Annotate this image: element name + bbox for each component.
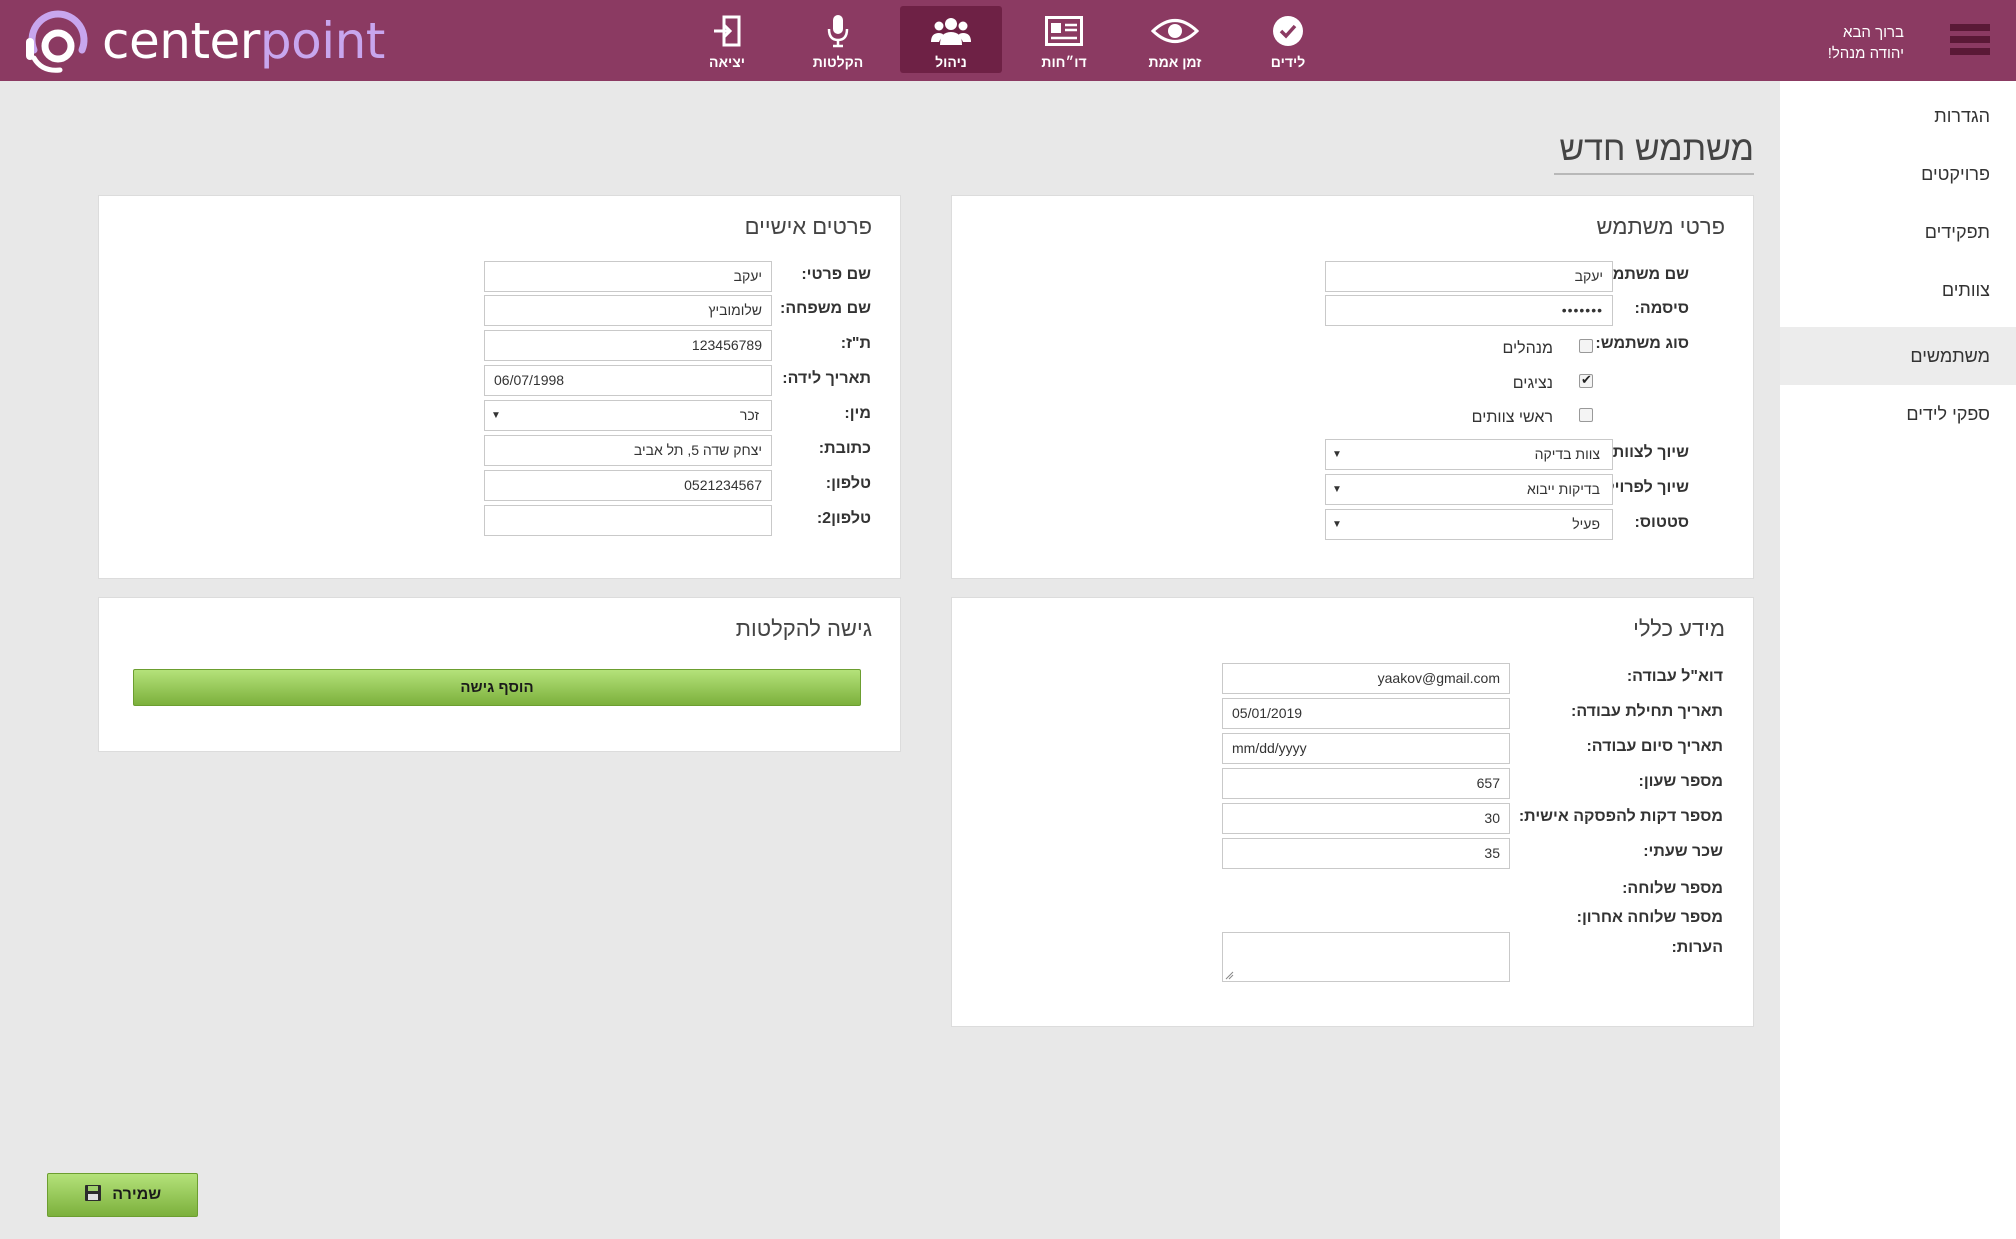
panel-title-personal: פרטים אישיים <box>744 214 872 239</box>
sidebar-item-users[interactable]: משתמשים <box>1780 327 2016 385</box>
status-select[interactable]: פעיל ▼ <box>1325 509 1613 540</box>
nav-leads-label: לידים <box>1270 54 1306 70</box>
end-date-input[interactable]: mm/dd/yyyy <box>1222 733 1510 764</box>
eye-icon <box>1151 19 1199 43</box>
break-minutes-input[interactable]: 30 <box>1222 803 1510 834</box>
personal-details-panel: פרטים אישיים שם פרטי: יעקב שם משפחה: שלו… <box>98 195 901 579</box>
welcome-text: ברוך הבא יהודה מנהל! <box>1827 24 1904 62</box>
break-minutes-label: מספר דקות להפסקה אישית: <box>1518 808 1723 825</box>
id-input[interactable]: 123456789 <box>484 330 772 361</box>
floppy-disk-icon <box>84 1185 101 1201</box>
user-details-panel: פרטי משתמש שם משתמש: יעקב סיסמה: •••••••… <box>951 195 1754 579</box>
work-email-input[interactable]: yaakov@gmail.com <box>1222 663 1510 694</box>
exit-icon <box>714 15 741 47</box>
panel-title-recordings: גישה להקלטות <box>735 616 872 641</box>
birth-date-input[interactable]: 06/07/1998 <box>484 365 772 396</box>
sidebar-item-teams[interactable]: צוותים <box>1780 261 2016 319</box>
headset-logo-icon <box>26 10 88 73</box>
phone2-input[interactable] <box>484 505 772 536</box>
microphone-icon <box>827 15 849 48</box>
gender-select[interactable]: זכר ▼ <box>484 400 772 431</box>
chevron-down-icon: ▼ <box>1332 484 1342 495</box>
recordings-access-panel: גישה להקלטות הוסף גישה <box>98 597 901 752</box>
team-select[interactable]: צוות בדיקה ▼ <box>1325 439 1613 470</box>
general-info-panel: מידע כללי דוא"ל עבודה: yaakov@gmail.com … <box>951 597 1754 1027</box>
nav-exit-label: יציאה <box>709 54 745 70</box>
team-label: שיוך לצוות: <box>1607 444 1689 461</box>
hamburger-menu-icon[interactable] <box>1950 24 1990 58</box>
phone-label: טלפון: <box>825 475 871 492</box>
last-name-input[interactable]: שלומוביץ <box>484 295 772 326</box>
checkbox-agents[interactable] <box>1579 372 1593 388</box>
work-email-label: דוא"ל עבודה: <box>1626 668 1723 685</box>
birth-date-label: תאריך לידה: <box>782 370 871 387</box>
password-input[interactable]: ••••••• <box>1325 295 1613 326</box>
clock-number-input[interactable]: 657 <box>1222 768 1510 799</box>
user-type-label: סוג משתמש: <box>1595 335 1689 352</box>
address-label: כתובת: <box>818 440 871 457</box>
logo: centerpoint <box>20 6 385 76</box>
sidebar-item-roles[interactable]: תפקידים <box>1780 203 2016 261</box>
hourly-wage-label: שכר שעתי: <box>1643 843 1723 860</box>
phone2-label: טלפון2: <box>816 510 871 527</box>
users-icon <box>931 18 971 45</box>
sidebar: הגדרות פרויקטים תפקידים צוותים משתמשים ס… <box>1780 81 2016 1239</box>
save-button[interactable]: שמירה <box>47 1173 198 1217</box>
nav-realtime-label: זמן אמת <box>1148 54 1202 70</box>
password-label: סיסמה: <box>1634 300 1689 317</box>
logo-text: centerpoint <box>102 12 385 70</box>
checkbox-managers[interactable] <box>1579 339 1593 353</box>
sidebar-item-lead-providers[interactable]: ספקי לידים <box>1780 385 2016 443</box>
panel-title-user-details: פרטי משתמש <box>1596 214 1725 239</box>
nav-leads[interactable]: לידים <box>1237 6 1339 73</box>
notes-textarea[interactable] <box>1222 932 1510 982</box>
nav-recordings-label: הקלטות <box>812 54 864 70</box>
nav-recordings[interactable]: הקלטות <box>787 6 889 73</box>
checkbox-team-leaders-label: ראשי צוותים <box>1471 409 1553 426</box>
extension-label: מספר שלוחה: <box>1622 880 1723 897</box>
id-label: ת"ז: <box>840 335 871 352</box>
top-header: centerpoint יציאה הקלטות ניהול דו״חות זמ… <box>0 0 2016 81</box>
nav-realtime[interactable]: זמן אמת <box>1124 6 1226 73</box>
checkbox-managers-label: מנהלים <box>1502 340 1553 357</box>
start-date-input[interactable]: 05/01/2019 <box>1222 698 1510 729</box>
nav-management-label: ניהול <box>935 54 967 70</box>
hourly-wage-input[interactable]: 35 <box>1222 838 1510 869</box>
first-name-label: שם פרטי: <box>801 266 871 283</box>
chevron-down-icon: ▼ <box>1332 449 1342 460</box>
nav-reports[interactable]: דו״חות <box>1013 6 1115 73</box>
status-label: סטטוס: <box>1634 514 1689 531</box>
username-input[interactable]: יעקב <box>1325 261 1613 292</box>
checkbox-team-leaders[interactable] <box>1579 408 1593 422</box>
phone-input[interactable]: 0521234567 <box>484 470 772 501</box>
project-select[interactable]: בדיקות ייבוא ▼ <box>1325 474 1613 505</box>
end-date-label: תאריך סיום עבודה: <box>1586 738 1723 755</box>
gender-label: מין: <box>844 405 871 422</box>
checkbox-agents-label: נציגים <box>1512 375 1553 392</box>
sidebar-item-settings[interactable]: הגדרות <box>1780 87 2016 145</box>
address-input[interactable]: יצחק שדה 5, תל אביב <box>484 435 772 466</box>
check-circle-icon <box>1273 16 1303 46</box>
nav-management[interactable]: ניהול <box>900 6 1002 73</box>
notes-label: הערות: <box>1671 939 1723 956</box>
nav-reports-label: דו״חות <box>1041 54 1087 70</box>
panel-title-general: מידע כללי <box>1633 616 1725 641</box>
last-name-label: שם משפחה: <box>780 300 871 317</box>
sidebar-item-projects[interactable]: פרויקטים <box>1780 145 2016 203</box>
first-name-input[interactable]: יעקב <box>484 261 772 292</box>
last-extension-label: מספר שלוחה אחרון: <box>1576 909 1723 926</box>
chevron-down-icon: ▼ <box>491 410 501 421</box>
resize-grip-icon[interactable] <box>1224 970 1234 980</box>
nav-exit[interactable]: יציאה <box>676 6 778 73</box>
chevron-down-icon: ▼ <box>1332 519 1342 530</box>
add-access-button[interactable]: הוסף גישה <box>133 669 861 706</box>
clock-number-label: מספר שעון: <box>1638 773 1723 790</box>
start-date-label: תאריך תחילת עבודה: <box>1571 703 1723 720</box>
page-title: משתמש חדש <box>1554 130 1754 175</box>
report-card-icon <box>1045 16 1083 46</box>
